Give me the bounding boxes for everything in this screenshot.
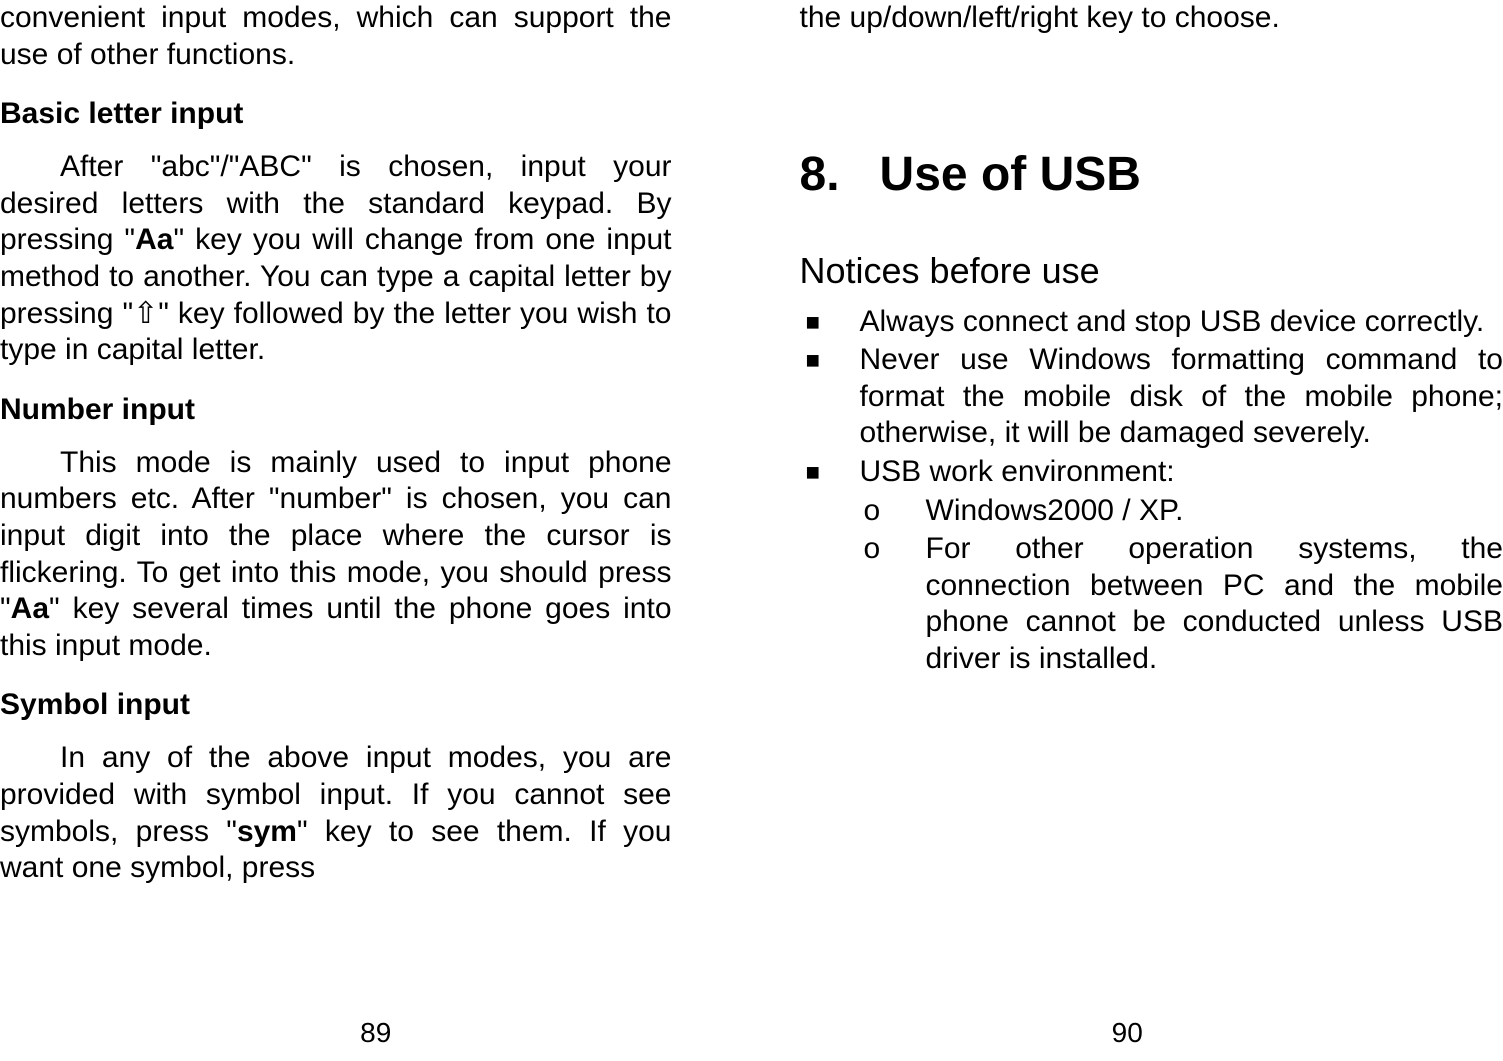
list-item: Never use Windows formatting command to … <box>800 342 1503 452</box>
heading-basic-letter: Basic letter input <box>0 97 672 131</box>
page-right: the up/down/left/right key to choose. 8.… <box>752 0 1503 1061</box>
top-fragment: the up/down/left/right key to choose. <box>800 0 1503 37</box>
intro-fragment: convenient input modes, which can suppor… <box>0 0 672 73</box>
chapter-number: 8. <box>800 148 840 201</box>
heading-symbol-input: Symbol input <box>0 688 672 722</box>
chapter-title: Use of USB <box>880 148 1141 201</box>
chapter-heading: 8. Use of USB <box>800 147 1503 202</box>
body-number-input: This mode is mainly used to input phone … <box>0 445 672 665</box>
heading-number-input: Number input <box>0 393 672 427</box>
page-number-right: 90 <box>752 1017 1503 1049</box>
key-sym: sym <box>237 815 297 848</box>
list-item: USB work environment: Windows2000 / XP. … <box>800 454 1503 678</box>
page-left: convenient input modes, which can suppor… <box>0 0 752 1061</box>
body-symbol-input: In any of the above input modes, you are… <box>0 740 672 886</box>
text-part: " key several times until the phone goes… <box>0 592 672 662</box>
key-aa: Aa <box>135 223 173 256</box>
body-basic-letter: After "abc"/"ABC" is chosen, input your … <box>0 149 672 369</box>
list-item: For other operation systems, the connect… <box>860 531 1503 677</box>
list-item: Always connect and stop USB device corre… <box>800 304 1503 341</box>
sub-bullet-list: Windows2000 / XP. For other operation sy… <box>860 493 1503 678</box>
bullet-list: Always connect and stop USB device corre… <box>800 304 1503 680</box>
page-number-left: 89 <box>0 1017 752 1049</box>
list-item: Windows2000 / XP. <box>860 493 1503 530</box>
key-aa: Aa <box>11 592 49 625</box>
list-item-text: USB work environment: <box>860 455 1175 488</box>
section-heading-notices: Notices before use <box>800 250 1503 292</box>
